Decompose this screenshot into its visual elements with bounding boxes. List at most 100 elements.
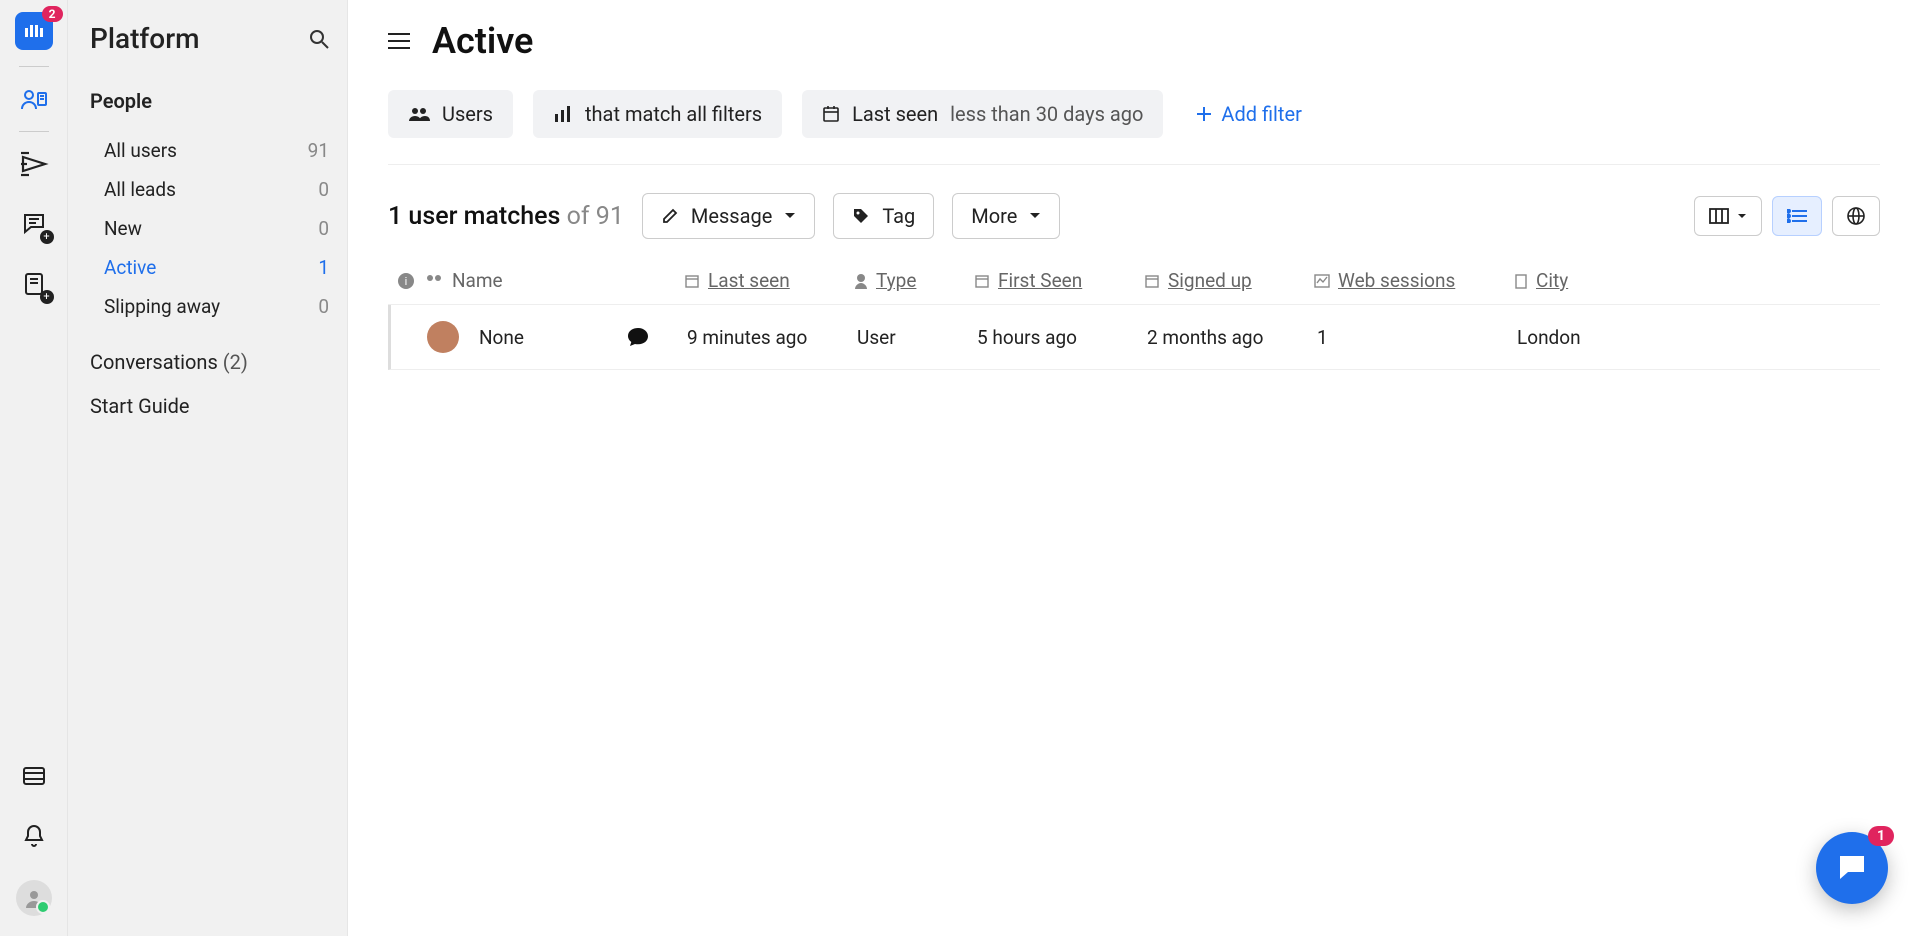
col-web-sessions-label: Web sessions (1338, 269, 1455, 292)
users-icon (408, 106, 430, 122)
nav-count: 91 (308, 139, 329, 162)
calendar-icon (1144, 273, 1160, 289)
nav-label: New (104, 217, 142, 240)
chevron-down-icon (784, 212, 796, 220)
filter-users[interactable]: Users (388, 90, 513, 138)
col-city[interactable]: City (1514, 269, 1634, 292)
plus-icon (1197, 107, 1211, 121)
activity-icon (1314, 274, 1330, 288)
nav-slipping-away[interactable]: Slipping away 0 (104, 287, 329, 326)
match-count-text: 1 user matches (388, 202, 560, 231)
filter-match-label: that match all filters (585, 102, 762, 126)
globe-icon (1847, 207, 1865, 225)
section-people[interactable]: People (90, 89, 329, 113)
col-first-seen-label: First Seen (998, 269, 1082, 292)
section-start-guide[interactable]: Start Guide (90, 394, 329, 418)
nav-label: All users (104, 139, 177, 162)
globe-view-button[interactable] (1832, 196, 1880, 236)
col-last-seen[interactable]: Last seen (684, 269, 854, 292)
more-button[interactable]: More (952, 193, 1060, 239)
col-signed-up[interactable]: Signed up (1144, 269, 1314, 292)
nav-active[interactable]: Active1 (104, 248, 329, 287)
match-count-of: of 91 (567, 202, 624, 231)
col-web-sessions[interactable]: Web sessions (1314, 269, 1514, 292)
nav-label: All leads (104, 178, 176, 201)
user-avatar (427, 321, 459, 353)
columns-icon (1709, 208, 1729, 224)
add-filter-label: Add filter (1221, 102, 1301, 126)
list-view-button[interactable] (1772, 196, 1822, 236)
sidebar-title: Platform (90, 22, 199, 55)
row-last-seen: 9 minutes ago (687, 326, 807, 349)
chat-icon[interactable] (627, 327, 649, 347)
library-icon[interactable] (18, 760, 50, 792)
nav-count: 0 (318, 217, 329, 240)
tag-label: Tag (882, 204, 915, 228)
calendar-icon (974, 273, 990, 289)
search-icon[interactable] (309, 29, 329, 49)
col-info[interactable]: i (388, 272, 424, 290)
rail-divider-2 (19, 131, 49, 132)
nav-label: Active (104, 256, 156, 279)
nav-new[interactable]: New 0 (104, 209, 329, 248)
row-city: London (1517, 326, 1581, 349)
section-conversations[interactable]: Conversations (2) (90, 350, 329, 374)
rail-divider (19, 66, 49, 67)
chevron-down-icon (1029, 212, 1041, 220)
info-icon: i (397, 272, 415, 290)
nav-count: 0 (318, 178, 329, 201)
row-signed-up: 2 months ago (1147, 326, 1263, 349)
conversations-count: (2) (223, 350, 248, 374)
app-logo[interactable]: 2 (15, 12, 53, 50)
col-type-label: Type (876, 269, 916, 292)
filter-bar: Users that match all filters Last seen l… (388, 90, 1880, 165)
nav-count: 0 (318, 295, 329, 318)
filter-match[interactable]: that match all filters (533, 90, 782, 138)
plus-dot-icon-2: + (40, 290, 54, 304)
col-name[interactable]: Name (424, 269, 624, 292)
nav-all-leads[interactable]: All leads 0 (104, 170, 329, 209)
chevron-down-icon (1737, 213, 1747, 220)
users-icon (424, 274, 444, 288)
new-message-icon[interactable]: + (18, 208, 50, 240)
nav-all-users[interactable]: All users 91 (104, 131, 329, 170)
col-type[interactable]: Type (854, 269, 974, 292)
message-button[interactable]: Message (642, 193, 815, 239)
row-type: User (857, 326, 896, 349)
filter-lastseen[interactable]: Last seen less than 30 days ago (802, 90, 1163, 138)
people-list: All users 91 All leads 0 New 0 Active1 Slip… (90, 131, 329, 326)
table-row[interactable]: None 9 minutes ago User 5 hours ago 2 mo… (388, 305, 1880, 370)
add-filter-button[interactable]: Add filter (1183, 102, 1301, 126)
profile-avatar[interactable] (16, 880, 52, 916)
building-icon (1514, 273, 1528, 289)
col-last-seen-label: Last seen (708, 269, 790, 292)
compose-icon (661, 207, 679, 225)
page-title: Active (432, 20, 533, 62)
chat-fab[interactable]: 1 (1816, 832, 1888, 904)
tag-icon (852, 207, 870, 225)
toolbar: 1 user matches of 91 Message Tag More (388, 165, 1880, 257)
tag-button[interactable]: Tag (833, 193, 934, 239)
col-first-seen[interactable]: First Seen (974, 269, 1144, 292)
filter-lastseen-label: Last seen (852, 102, 938, 126)
row-name: None (479, 326, 524, 349)
filter-lastseen-value: less than 30 days ago (950, 102, 1143, 126)
icon-rail: 2 + + (0, 0, 68, 936)
filter-users-label: Users (442, 102, 493, 126)
menu-icon[interactable] (388, 32, 410, 50)
conversations-label: Conversations (90, 350, 218, 374)
svg-text:i: i (405, 275, 408, 288)
notifications-icon[interactable] (18, 820, 50, 852)
new-article-icon[interactable]: + (18, 268, 50, 300)
columns-button[interactable] (1694, 196, 1762, 236)
main-panel: Active Users that match all filters Last… (348, 0, 1920, 936)
message-label: Message (691, 204, 772, 228)
match-count: 1 user matches of 91 (388, 202, 624, 231)
calendar-icon (822, 105, 840, 123)
col-signed-up-label: Signed up (1168, 269, 1252, 292)
send-icon[interactable] (18, 148, 50, 180)
people-icon[interactable] (18, 83, 50, 115)
sidebar: Platform People All users 91 All leads 0 N… (68, 0, 348, 936)
row-web-sessions: 1 (1317, 326, 1328, 349)
nav-label: Slipping away (104, 295, 220, 318)
